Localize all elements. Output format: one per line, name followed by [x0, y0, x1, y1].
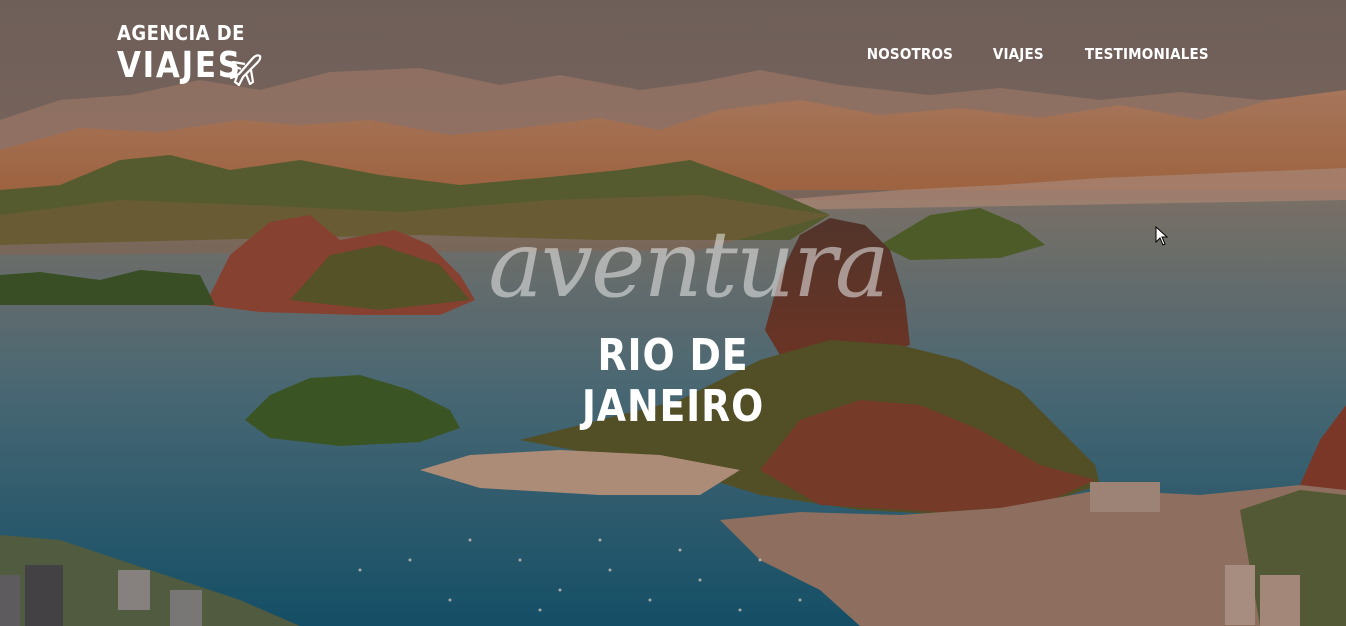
hero-destination-title: RIO DE JANEIRO: [581, 330, 765, 432]
logo-line-1: AGENCIA DE: [117, 21, 245, 45]
nav-link-nosotros[interactable]: NOSOTROS: [867, 45, 953, 63]
nav-link-viajes[interactable]: VIAJES: [992, 45, 1043, 63]
site-logo[interactable]: AGENCIA DE VIAJES: [117, 20, 262, 87]
mouse-pointer-icon: [1155, 226, 1169, 246]
logo-line-2: VIAJES: [117, 45, 242, 86]
airplane-icon: [229, 54, 262, 87]
main-nav: NOSOTROS VIAJES TESTIMONIALES: [862, 45, 1216, 63]
nav-link-testimoniales[interactable]: TESTIMONIALES: [1085, 45, 1209, 63]
hero-section: AGENCIA DE VIAJES NOSOTROS VIAJES TESTIM…: [0, 0, 1346, 626]
site-header: AGENCIA DE VIAJES NOSOTROS VIAJES TESTIM…: [0, 0, 1346, 100]
hero-script-text: aventura: [488, 211, 890, 318]
